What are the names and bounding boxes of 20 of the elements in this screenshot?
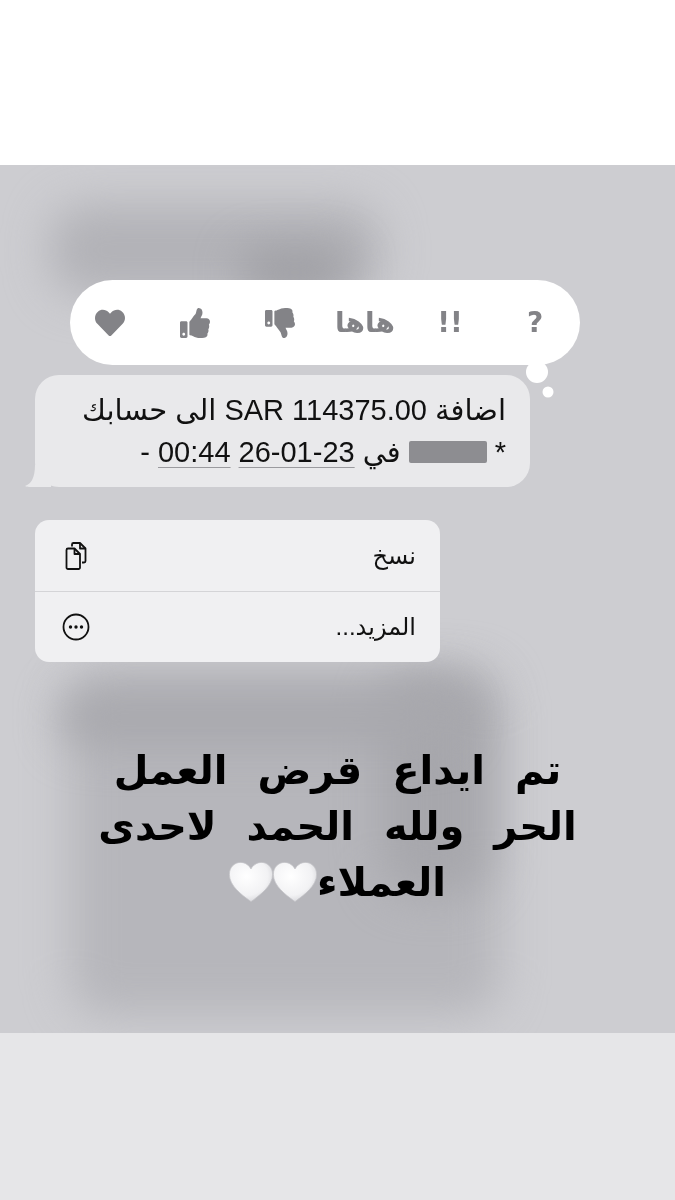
ellipsis-circle-icon (61, 612, 91, 642)
menu-item[interactable]: نسخ (35, 520, 440, 591)
caption-text: الحر ولله الحمد لاحدى (98, 802, 577, 852)
reaction-button[interactable]: !! (418, 294, 482, 351)
time-link[interactable]: 00:44 (158, 431, 231, 473)
heart-icon (95, 307, 125, 338)
reaction-button[interactable]: ? (503, 294, 567, 351)
message-text: * (494, 435, 506, 470)
caption-text: تم ايداع قرض العمل (113, 746, 562, 796)
menu-item[interactable]: المزيد... (35, 591, 440, 662)
message-text: في (362, 435, 401, 472)
message-text: - (140, 435, 150, 470)
thumbs-down-icon (265, 307, 295, 338)
reaction-button[interactable]: هاها (333, 294, 397, 351)
caption-text: العملاء (317, 858, 446, 907)
date-link[interactable]: 26-01-23 (238, 431, 355, 473)
thumbs-up-icon (180, 307, 210, 338)
message-text: اضافة SAR 114375.00 الى حسابك (82, 393, 506, 428)
heart-icon (229, 862, 273, 902)
heart-icon (273, 862, 317, 902)
